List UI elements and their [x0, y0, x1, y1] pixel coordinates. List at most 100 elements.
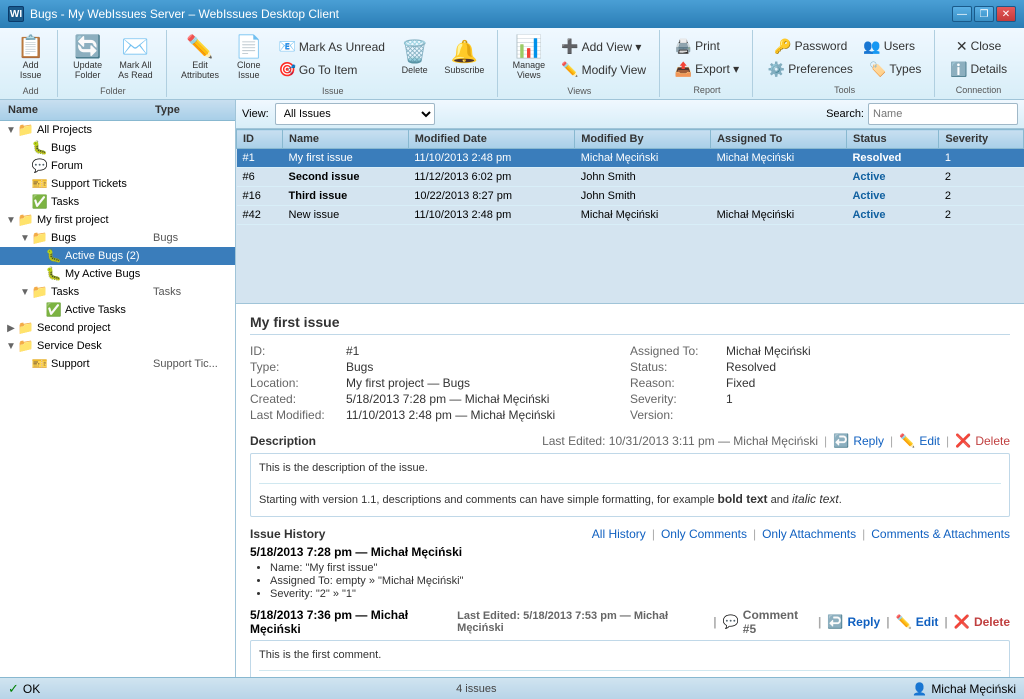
minimize-button[interactable]: —: [952, 6, 972, 22]
sidebar-item-forum[interactable]: 💬 Forum: [0, 157, 235, 175]
goto-item-button[interactable]: 🎯 Go To Item: [271, 59, 391, 81]
sidebar-item-my-first-project[interactable]: ▼ 📁 My first project: [0, 211, 235, 229]
modify-view-button[interactable]: ✏️ Modify View: [554, 59, 653, 81]
delete-link-desc[interactable]: Delete: [975, 434, 1010, 448]
add-group-label: Add: [23, 86, 39, 96]
users-button[interactable]: 👥 Users: [856, 35, 922, 57]
add-view-label: Add View ▾: [582, 40, 642, 54]
update-folder-icon: 🔄: [74, 36, 101, 58]
sidebar-item-bugs-project[interactable]: ▼ 📁 Bugs Bugs: [0, 229, 235, 247]
user-info: 👤 Michał Męciński: [912, 682, 1016, 696]
comment-line1: This is the first comment.: [259, 647, 1001, 664]
sidebar-item-active-bugs[interactable]: 🐛 Active Bugs (2): [0, 247, 235, 265]
col-modified-date[interactable]: Modified Date: [408, 130, 575, 149]
toolbar-group-issue: ✏️ EditAttributes 📄 CloneIssue 📧 Mark As…: [169, 30, 498, 97]
my-active-bugs-icon: 🐛: [46, 266, 62, 282]
sidebar-item-tasks-root[interactable]: ✅ Tasks: [0, 193, 235, 211]
add-view-button[interactable]: ➕ Add View ▾: [554, 36, 653, 58]
col-modified-by[interactable]: Modified By: [575, 130, 711, 149]
sidebar-item-support-tickets[interactable]: 🎫 Support Tickets: [0, 175, 235, 193]
toggle-all-projects: ▼: [4, 125, 18, 136]
cell-modified-by: Michał Męciński: [575, 149, 711, 168]
field-id-label: ID:: [250, 344, 340, 358]
cell-assigned-to: Michał Męciński: [711, 149, 847, 168]
manage-views-button[interactable]: 📊 ManageViews: [506, 32, 553, 84]
delete-link-comment[interactable]: Delete: [974, 615, 1010, 629]
reply-link-desc[interactable]: Reply: [853, 434, 884, 448]
delete-button[interactable]: 🗑️ Delete: [394, 32, 435, 84]
delete-icon-desc: ❌: [955, 433, 971, 449]
table-row[interactable]: #6 Second issue 11/12/2013 6:02 pm John …: [237, 168, 1024, 187]
sidebar-item-support-proj[interactable]: 🎫 Support Support Tic...: [0, 355, 235, 373]
sidebar-item-active-tasks[interactable]: ✅ Active Tasks: [0, 301, 235, 319]
reply-link-comment[interactable]: Reply: [848, 615, 881, 629]
edit-link-desc[interactable]: Edit: [919, 434, 940, 448]
mark-all-read-button[interactable]: ✉️ Mark AllAs Read: [111, 32, 160, 84]
sidebar-item-second-project[interactable]: ▶ 📁 Second project: [0, 319, 235, 337]
clone-issue-button[interactable]: 📄 CloneIssue: [228, 32, 269, 84]
history-comments-attachments-link[interactable]: Comments & Attachments: [871, 527, 1010, 541]
sidebar-item-service-desk[interactable]: ▼ 📁 Service Desk: [0, 337, 235, 355]
mark-as-unread-button[interactable]: 📧 Mark As Unread: [271, 36, 391, 58]
update-folder-button[interactable]: 🔄 UpdateFolder: [66, 32, 109, 84]
history-all-link[interactable]: All History: [592, 527, 646, 541]
users-label: Users: [884, 39, 915, 53]
cell-name: New issue: [283, 206, 409, 225]
add-issue-button[interactable]: 📋 AddIssue: [10, 32, 51, 84]
label-service-desk: Service Desk: [37, 340, 153, 352]
col-assigned-to[interactable]: Assigned To: [711, 130, 847, 149]
history-attachments-link[interactable]: Only Attachments: [762, 527, 856, 541]
details-button[interactable]: ℹ️ Details: [943, 58, 1014, 80]
edit-attributes-button[interactable]: ✏️ EditAttributes: [174, 32, 226, 84]
table-row[interactable]: #16 Third issue 10/22/2013 8:27 pm John …: [237, 187, 1024, 206]
col-severity[interactable]: Severity: [939, 130, 1024, 149]
desc-line2: Starting with version 1.1, descriptions …: [259, 490, 1001, 509]
field-id: ID: #1: [250, 343, 630, 359]
label-support-proj: Support: [51, 358, 153, 370]
print-button[interactable]: 🖨️ Print: [668, 35, 746, 57]
subscribe-button[interactable]: 🔔 Subscribe: [437, 32, 491, 84]
preferences-label: Preferences: [788, 62, 853, 76]
report-small-group: 🖨️ Print 📤 Export ▾: [668, 35, 746, 80]
field-severity-value: 1: [726, 392, 733, 406]
table-row[interactable]: #1 My first issue 11/10/2013 2:48 pm Mic…: [237, 149, 1024, 168]
sidebar-item-all-projects[interactable]: ▼ 📁 All Projects: [0, 121, 235, 139]
table-row[interactable]: #42 New issue 11/10/2013 2:48 pm Michał …: [237, 206, 1024, 225]
sidebar-item-bugs-root[interactable]: 🐛 Bugs: [0, 139, 235, 157]
close-button[interactable]: ✕: [996, 6, 1016, 22]
col-name[interactable]: Name: [283, 130, 409, 149]
label-second-project: Second project: [37, 322, 153, 334]
edit-link-comment[interactable]: Edit: [916, 615, 939, 629]
window-controls[interactable]: — ❐ ✕: [952, 6, 1016, 22]
toolbar-group-folder: 🔄 UpdateFolder ✉️ Mark AllAs Read Folder: [60, 30, 166, 97]
type-bugs-project: Bugs: [153, 232, 233, 244]
cell-name: Third issue: [283, 187, 409, 206]
delete-label: Delete: [402, 65, 428, 75]
folder-group-label: Folder: [100, 86, 126, 96]
cell-severity: 2: [939, 168, 1024, 187]
sidebar-item-my-active-bugs[interactable]: 🐛 My Active Bugs: [0, 265, 235, 283]
close-connection-button[interactable]: ✕ Close: [949, 35, 1008, 57]
forum-icon: 💬: [32, 158, 48, 174]
view-select[interactable]: All Issues: [275, 103, 435, 125]
history-item-assigned: Assigned To: empty » "Michał Męciński": [270, 575, 1010, 587]
cell-id: #6: [237, 168, 283, 187]
preferences-button[interactable]: ⚙️ Preferences: [761, 58, 860, 80]
modify-view-icon: ✏️: [561, 61, 578, 78]
col-id[interactable]: ID: [237, 130, 283, 149]
export-button[interactable]: 📤 Export ▾: [668, 58, 746, 80]
sidebar-content: ▼ 📁 All Projects 🐛 Bugs 💬 Forum 🎫 Su: [0, 121, 235, 677]
history-entry-1-date: 5/18/2013 7:28 pm — Michał Męciński: [250, 545, 462, 559]
print-icon: 🖨️: [675, 38, 692, 55]
status-ok: ✓ OK: [8, 681, 40, 697]
password-button[interactable]: 🔑 Password: [767, 35, 854, 57]
description-actions: Last Edited: 10/31/2013 3:11 pm — Michał…: [542, 433, 1010, 449]
clone-issue-icon: 📄: [235, 36, 262, 58]
hist-pipe1: |: [652, 527, 655, 541]
col-status[interactable]: Status: [846, 130, 938, 149]
sidebar-item-tasks-project[interactable]: ▼ 📁 Tasks Tasks: [0, 283, 235, 301]
search-input[interactable]: [868, 103, 1018, 125]
history-comments-link[interactable]: Only Comments: [661, 527, 747, 541]
types-button[interactable]: 🏷️ Types: [862, 58, 928, 80]
restore-button[interactable]: ❐: [974, 6, 994, 22]
